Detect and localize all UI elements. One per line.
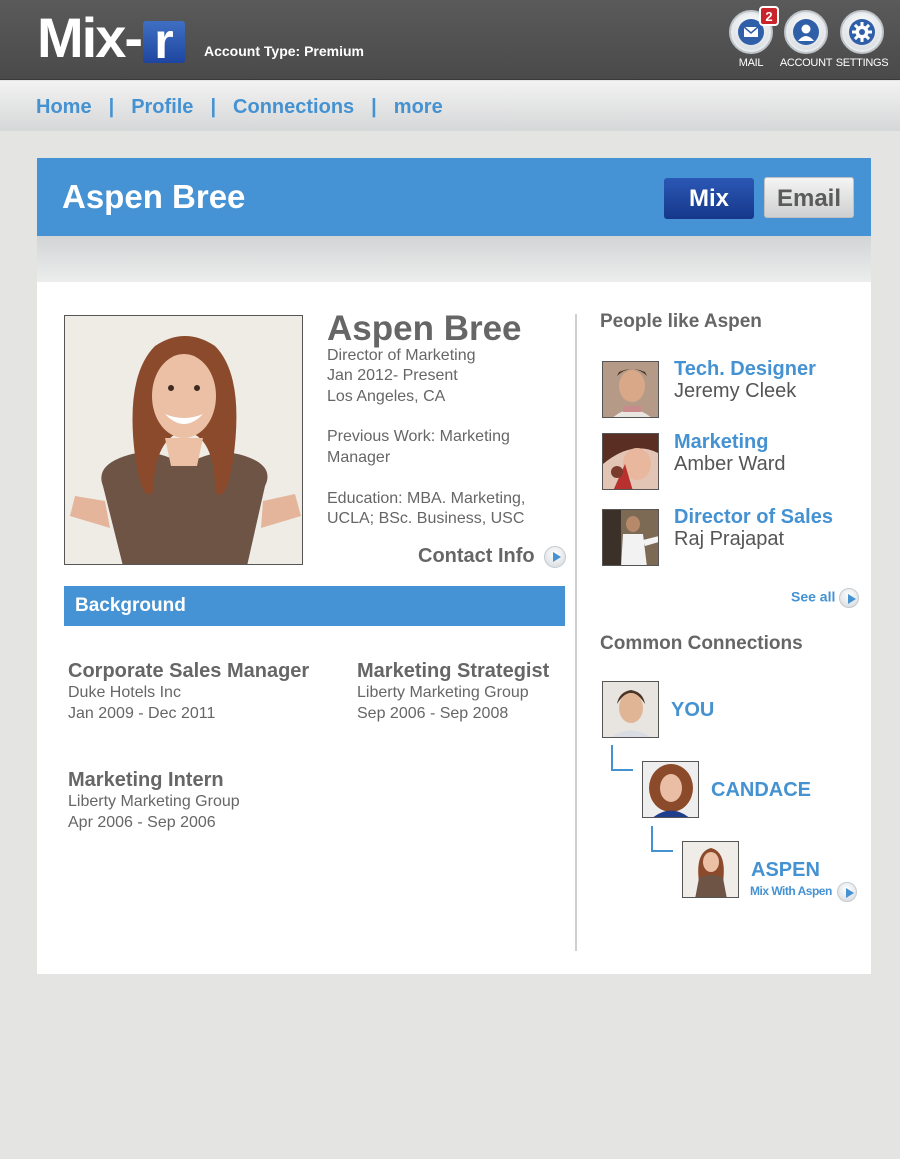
connection-avatar-aspen[interactable] [682, 841, 739, 898]
settings-label: SETTINGS [835, 57, 889, 69]
job-dates: Sep 2006 - Sep 2008 [357, 704, 509, 722]
top-bar: Mix- r Account Type: Premium 2 MAIL ACCO… [0, 0, 900, 80]
see-all-label: See all [791, 588, 836, 605]
account-label: ACCOUNT [779, 57, 833, 69]
profile-name: Aspen Bree [327, 309, 522, 348]
job-dates: Jan 2009 - Dec 2011 [68, 704, 216, 722]
common-connections-heading: Common Connections [600, 633, 803, 654]
profile-title: Director of Marketing [327, 347, 476, 364]
profile-previous-work: Previous Work: Marketing [327, 428, 510, 445]
app-logo[interactable]: Mix- r [37, 6, 185, 69]
connection-avatar-candace[interactable] [642, 761, 699, 818]
logo-text: Mix- [37, 6, 143, 69]
main-nav: Home | Profile | Connections | more [36, 96, 443, 119]
arrow-right-icon [839, 588, 860, 608]
mix-button[interactable]: Mix [664, 178, 754, 219]
settings-button[interactable]: SETTINGS [832, 10, 892, 69]
nav-separator: | [371, 96, 377, 118]
nav-separator: | [108, 96, 115, 118]
job-company: Liberty Marketing Group [68, 793, 240, 810]
profile-education: Education: MBA. Marketing, [327, 490, 526, 507]
profile-location: Los Angeles, CA [327, 388, 446, 405]
job-entry: Corporate Sales Manager Duke Hotels Inc … [68, 660, 309, 724]
header-shadow-band [37, 236, 871, 282]
person-avatar[interactable] [602, 433, 659, 490]
profile-previous-work-cont: Manager [327, 449, 391, 466]
job-title: Corporate Sales Manager [68, 660, 310, 682]
connection-you[interactable]: YOU [671, 699, 714, 722]
connection-line [651, 826, 673, 852]
nav-profile[interactable]: Profile [131, 96, 193, 119]
arrow-right-icon [544, 545, 567, 568]
connection-avatar-you[interactable] [602, 681, 659, 738]
job-company: Duke Hotels Inc [68, 684, 181, 701]
job-title: Marketing Intern [68, 769, 224, 791]
account-button[interactable]: ACCOUNT [776, 10, 836, 69]
person-avatar[interactable] [602, 509, 659, 566]
person-name: Amber Ward [674, 453, 786, 475]
column-divider [575, 314, 577, 951]
connection-aspen[interactable]: ASPEN [751, 859, 820, 882]
profile-photo [64, 315, 303, 565]
person-role[interactable]: Director of Sales [674, 506, 833, 529]
user-icon [798, 24, 814, 41]
connection-line [611, 745, 633, 771]
job-title: Marketing Strategist [357, 660, 550, 682]
nav-home[interactable]: Home [36, 96, 92, 119]
account-type-label: Account Type: Premium [204, 43, 364, 59]
gear-icon [852, 22, 872, 42]
email-button[interactable]: Email [764, 177, 854, 218]
person-role[interactable]: Marketing [674, 431, 768, 454]
mix-with-label: Mix With Aspen [750, 884, 832, 899]
job-company: Liberty Marketing Group [357, 684, 529, 701]
logo-box: r [143, 16, 185, 66]
person-avatar[interactable] [602, 361, 659, 418]
nav-separator: | [210, 96, 217, 118]
job-entry: Marketing Strategist Liberty Marketing G… [357, 660, 549, 724]
connection-candace[interactable]: CANDACE [711, 779, 811, 802]
nav-more[interactable]: more [394, 96, 443, 119]
nav-bar: Home | Profile | Connections | more [0, 81, 900, 131]
person-name: Raj Prajapat [674, 528, 785, 550]
contact-info-label: Contact Info [418, 545, 535, 567]
nav-connections[interactable]: Connections [233, 96, 354, 119]
job-dates: Apr 2006 - Sep 2006 [68, 813, 216, 831]
see-all-link[interactable]: See all [791, 588, 860, 608]
person-name: Jeremy Cleek [674, 380, 797, 402]
profile-header: Aspen Bree Mix Email [37, 158, 871, 236]
person-role[interactable]: Tech. Designer [674, 358, 816, 381]
people-like-heading: People like Aspen [600, 311, 762, 332]
mail-label: MAIL [738, 57, 764, 69]
mail-button[interactable]: 2 MAIL [721, 6, 781, 69]
job-entry: Marketing Intern Liberty Marketing Group… [68, 769, 240, 833]
contact-info-link[interactable]: Contact Info [418, 545, 567, 568]
mix-with-link[interactable]: Mix With Aspen [750, 882, 857, 902]
profile-dates: Jan 2012- Present [327, 367, 458, 384]
arrow-right-icon [836, 882, 857, 902]
profile-education-cont: UCLA; BSc. Business, USC [327, 510, 525, 527]
header-profile-name: Aspen Bree [62, 178, 246, 215]
background-heading: Background [64, 586, 565, 626]
